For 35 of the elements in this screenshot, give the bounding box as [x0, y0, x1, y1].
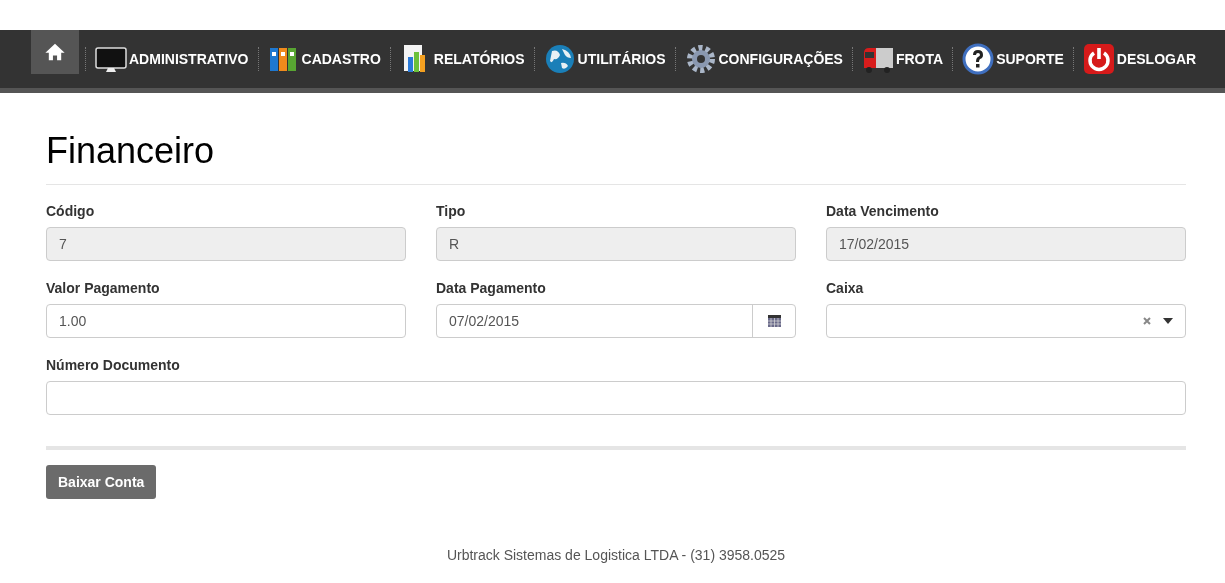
nav-item[interactable]: UTILITÁRIOS: [540, 37, 669, 81]
nav-item[interactable]: CADASTRO: [264, 37, 384, 81]
text-field[interactable]: 1.00: [46, 304, 406, 338]
page-title: Financeiro: [46, 129, 1186, 185]
submit-button[interactable]: Baixar Conta: [46, 465, 157, 499]
home-icon: [44, 41, 66, 63]
field-label: Data Vencimento: [826, 202, 940, 221]
field-label: Valor Pagamento: [46, 279, 161, 298]
field-label: Tipo: [436, 202, 467, 221]
globe-icon: [543, 43, 576, 75]
nav-item[interactable]: DESLOGAR: [1079, 37, 1200, 81]
nav-item[interactable]: FROTA: [858, 37, 947, 81]
date-field[interactable]: 07/02/2015: [436, 304, 796, 338]
field-label: Número Documento: [46, 356, 181, 375]
clear-icon[interactable]: [1143, 317, 1151, 325]
nav-item[interactable]: SUPORTE: [959, 37, 1067, 81]
nav-item[interactable]: ADMINISTRATIVO: [92, 37, 252, 81]
field-label: Código: [46, 202, 96, 221]
gear-icon: [684, 43, 717, 75]
calendar-icon: [767, 315, 781, 327]
nav-item[interactable]: [31, 30, 79, 74]
field-label: Data Pagamento: [436, 279, 547, 298]
text-field[interactable]: 7: [46, 227, 406, 261]
caret-icon: [1163, 318, 1173, 324]
text-field[interactable]: [46, 381, 1186, 415]
text-field[interactable]: R: [436, 227, 796, 261]
field-label: Caixa: [826, 279, 865, 298]
nav-item[interactable]: RELATÓRIOS: [396, 37, 528, 81]
power-icon: [1082, 43, 1115, 75]
select-field[interactable]: [826, 304, 1186, 338]
text-field[interactable]: 17/02/2015: [826, 227, 1186, 261]
footer-text: Urbtrack Sistemas de Logistica LTDA - (31) 3958.0525: [445, 546, 787, 565]
nav-item[interactable]: CONFIGURAÇÕES: [681, 37, 846, 81]
help-icon: [962, 43, 995, 75]
date-value: 07/02/2015: [448, 311, 521, 331]
